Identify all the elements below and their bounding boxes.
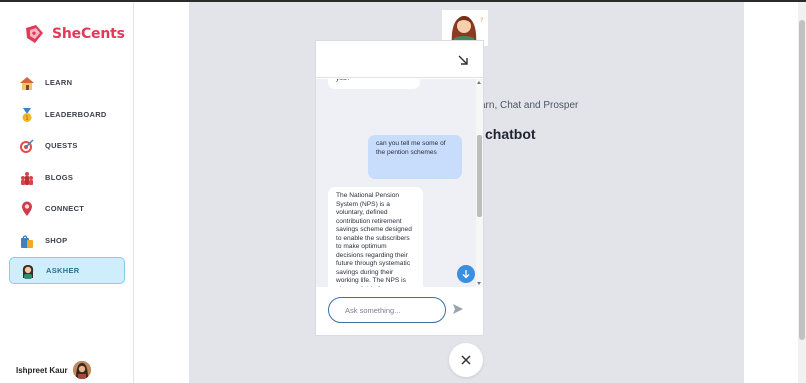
sidebar-item-connect[interactable]: CONNECT — [9, 195, 125, 222]
page-title: chatbot — [485, 126, 536, 142]
sidebar-item-label: BLOGS — [45, 173, 74, 182]
scroll-to-bottom-button[interactable] — [457, 265, 475, 283]
bot-message: you? — [328, 79, 420, 89]
sidebar-item-shop[interactable]: SHOP — [9, 227, 125, 254]
message-scrollbar-thumb[interactable] — [477, 135, 482, 217]
people-icon — [18, 169, 36, 187]
user-message: can you tell me some of the pention sche… — [368, 135, 462, 179]
sidebar-item-label: LEARN — [45, 78, 73, 87]
sidebar-item-learn[interactable]: LEARN — [9, 69, 125, 96]
chat-header — [316, 41, 483, 78]
close-chat-button[interactable] — [449, 343, 483, 377]
sidebar-item-leaderboard[interactable]: 1 LEADERBOARD — [9, 101, 125, 128]
right-margin — [744, 2, 798, 383]
svg-text:1: 1 — [25, 115, 28, 121]
sidebar-item-askher[interactable]: ASKHER — [9, 257, 125, 284]
bot-message: The National Pension System (NPS) is a v… — [328, 187, 423, 287]
sidebar-item-label: CONNECT — [45, 204, 85, 213]
scroll-down-arrow-icon[interactable] — [477, 282, 481, 285]
sidebar-item-label: SHOP — [45, 236, 68, 245]
send-icon[interactable] — [452, 303, 464, 315]
close-icon — [461, 355, 471, 365]
collapse-arrow-icon[interactable] — [456, 53, 470, 67]
user-avatar[interactable] — [72, 361, 91, 379]
arrow-down-icon — [462, 270, 470, 279]
chat-window: you? can you tell me some of the pention… — [315, 40, 484, 336]
medal-icon: 1 — [18, 106, 36, 124]
brand[interactable]: SheCents — [22, 22, 125, 46]
user-profile[interactable]: Ishpreet Kaur — [16, 361, 91, 379]
message-list[interactable]: you? can you tell me some of the pention… — [316, 79, 483, 287]
user-name: Ishpreet Kaur — [16, 365, 68, 375]
shecents-logo-icon — [26, 25, 43, 43]
page-tagline: arn, Chat and Prosper — [480, 100, 579, 111]
shopping-bag-icon — [18, 232, 36, 250]
sidebar-item-label: LEADERBOARD — [45, 110, 107, 119]
sidebar-item-blogs[interactable]: BLOGS — [9, 164, 125, 191]
sidebar-item-label: ASKHER — [46, 266, 80, 275]
chat-input[interactable] — [328, 297, 446, 323]
person-pin-icon — [18, 200, 36, 218]
svg-text:?: ? — [480, 17, 483, 24]
target-icon — [18, 137, 36, 155]
scroll-up-arrow-icon[interactable] — [477, 81, 481, 84]
sidebar-item-label: QUESTS — [45, 141, 78, 150]
chat-input-row — [316, 287, 483, 335]
woman-avatar-icon — [19, 262, 37, 280]
sidebar-item-quests[interactable]: QUESTS — [9, 132, 125, 159]
page-scrollbar-thumb[interactable] — [799, 20, 805, 340]
page-scrollbar[interactable] — [798, 2, 806, 383]
message-scrollbar[interactable] — [476, 79, 483, 287]
house-icon — [18, 74, 36, 92]
brand-name: SheCents — [52, 26, 125, 42]
sidebar: SheCents LEARN 1 LEADERBOARD QUESTS BLOG… — [0, 2, 134, 383]
